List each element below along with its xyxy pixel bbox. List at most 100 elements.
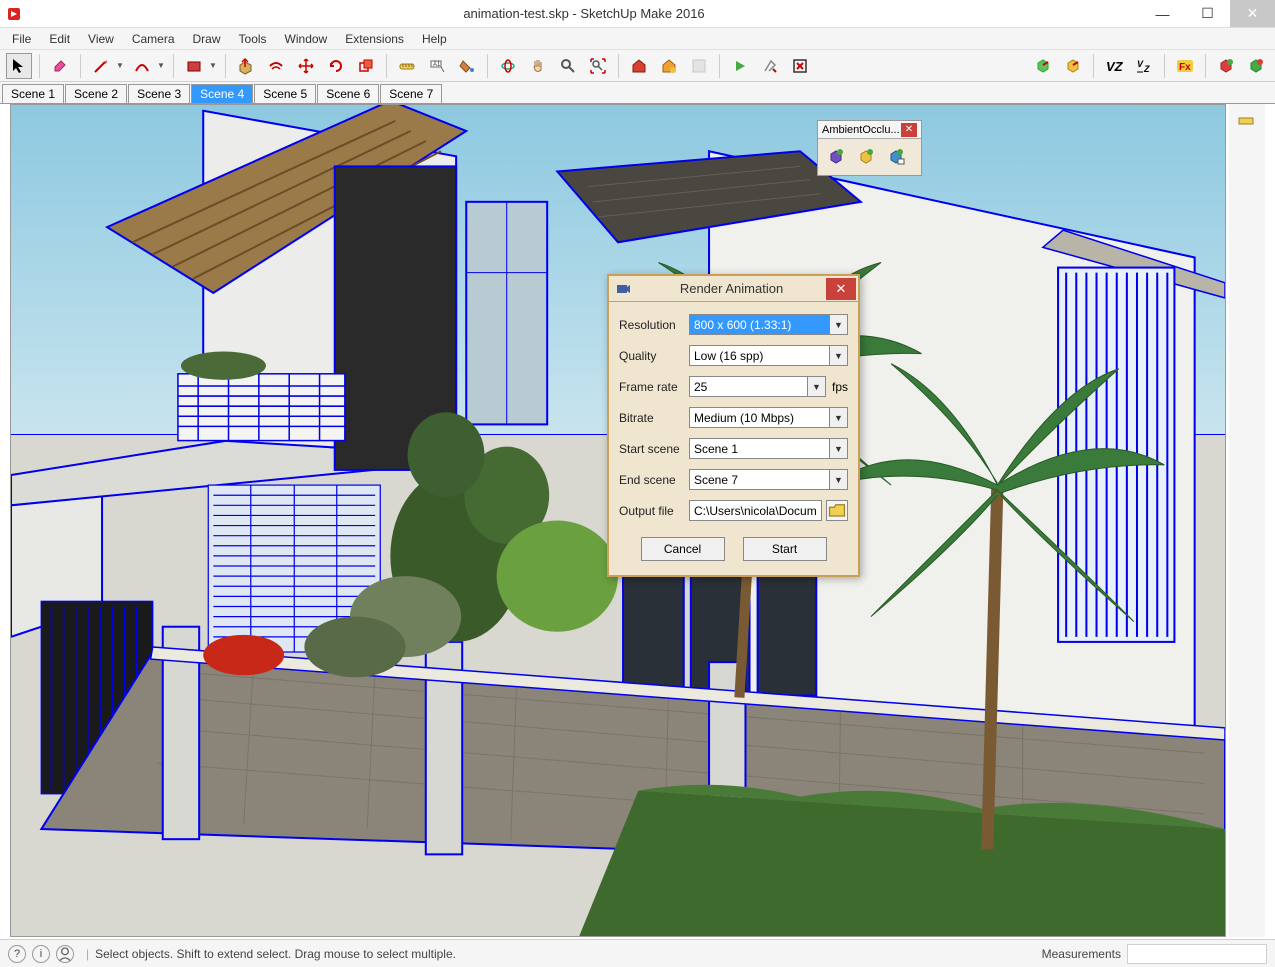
dialog-titlebar[interactable]: Render Animation ✕ [609,276,858,302]
measurements-panel-icon[interactable] [1232,107,1260,135]
start-scene-label: Start scene [619,442,689,456]
scene-tab-7[interactable]: Scene 7 [380,84,442,103]
arc-tool[interactable] [129,53,155,79]
tape-measure-tool[interactable] [394,53,420,79]
scene-tab-1[interactable]: Scene 1 [2,84,64,103]
ambient-occlusion-panel[interactable]: AmbientOcclu... ✕ [817,120,922,176]
rectangle-tool-dropdown[interactable]: ▼ [208,61,218,70]
menu-extensions[interactable]: Extensions [337,30,412,48]
dropdown-arrow-icon[interactable]: ▼ [829,346,847,365]
extension-warehouse-tool[interactable] [656,53,682,79]
move-tool[interactable] [293,53,319,79]
quality-label: Quality [619,349,689,363]
offset-tool[interactable] [263,53,289,79]
rectangle-tool[interactable] [181,53,207,79]
minimize-button[interactable]: — [1140,0,1185,27]
resolution-select[interactable]: 800 x 600 (1.33:1)▼ [689,314,848,335]
pan-tool[interactable] [525,53,551,79]
bitrate-label: Bitrate [619,411,689,425]
scale-tool[interactable] [353,53,379,79]
push-pull-tool[interactable] [233,53,259,79]
start-scene-select[interactable]: Scene 1▼ [689,438,848,459]
panel-titlebar[interactable]: AmbientOcclu... ✕ [818,121,921,139]
cancel-button[interactable]: Cancel [641,537,725,561]
output-file-label: Output file [619,504,689,518]
zoom-tool[interactable] [555,53,581,79]
menu-file[interactable]: File [4,30,39,48]
scene-tab-2[interactable]: Scene 2 [65,84,127,103]
separator [225,54,226,78]
window-controls: — ☐ ✕ [1140,0,1275,27]
panel-body [818,139,921,175]
menu-camera[interactable]: Camera [124,30,183,48]
ao-tool-3[interactable] [882,143,910,171]
text-tool[interactable]: A1 [424,53,450,79]
bitrate-select[interactable]: Medium (10 Mbps)▼ [689,407,848,428]
play-animation-tool[interactable] [727,53,753,79]
measurements-input[interactable] [1127,944,1267,964]
menu-draw[interactable]: Draw [185,30,229,48]
window-title: animation-test.skp - SketchUp Make 2016 [28,6,1140,21]
scene-tab-5[interactable]: Scene 5 [254,84,316,103]
scene-tab-4[interactable]: Scene 4 [191,84,253,103]
dropdown-arrow-icon[interactable]: ▼ [829,470,847,489]
close-button[interactable]: ✕ [1230,0,1275,27]
help-icon[interactable]: ? [8,945,26,963]
dropdown-arrow-icon[interactable]: ▼ [829,315,847,334]
browse-button[interactable] [826,500,848,521]
quality-select[interactable]: Low (16 spp)▼ [689,345,848,366]
plugin-tool-2[interactable] [1060,53,1086,79]
separator [39,54,40,78]
select-tool[interactable] [6,53,32,79]
right-toolbar [1229,104,1265,937]
eraser-tool[interactable] [47,53,73,79]
ao-tool-1[interactable] [822,143,850,171]
separator [80,54,81,78]
plugin-tool-4[interactable] [1243,53,1269,79]
frame-rate-select[interactable]: 25▼ [689,376,826,397]
pause-animation-tool[interactable] [757,53,783,79]
warehouse-tool[interactable] [626,53,652,79]
zoom-extents-tool[interactable] [585,53,611,79]
menu-help[interactable]: Help [414,30,455,48]
menu-tools[interactable]: Tools [231,30,275,48]
separator [618,54,619,78]
line-tool-dropdown[interactable]: ▼ [115,61,125,70]
panel-close-button[interactable]: ✕ [901,123,917,137]
stop-animation-tool[interactable] [787,53,813,79]
line-tool[interactable] [88,53,114,79]
plugin-tool-1[interactable] [1030,53,1056,79]
measurements-label: Measurements [1042,947,1121,961]
scene-tab-6[interactable]: Scene 6 [317,84,379,103]
maximize-button[interactable]: ☐ [1185,0,1230,27]
dialog-title: Render Animation [637,281,826,296]
separator [487,54,488,78]
arc-tool-dropdown[interactable]: ▼ [156,61,166,70]
user-icon[interactable] [56,945,74,963]
start-button[interactable]: Start [743,537,827,561]
separator [1164,54,1165,78]
dialog-close-button[interactable]: ✕ [826,278,856,300]
info-icon[interactable]: i [32,945,50,963]
ao-tool-2[interactable] [852,143,880,171]
plugin-tool-3[interactable] [1213,53,1239,79]
paint-bucket-tool[interactable] [454,53,480,79]
end-scene-select[interactable]: Scene 7▼ [689,469,848,490]
menu-window[interactable]: Window [277,30,336,48]
vz-bold-tool[interactable]: VZ [1101,53,1127,79]
dropdown-arrow-icon[interactable]: ▼ [807,377,825,396]
scene-tab-3[interactable]: Scene 3 [128,84,190,103]
dropdown-arrow-icon[interactable]: ▼ [829,408,847,427]
vz-small-tool[interactable]: VZ [1131,53,1157,79]
svg-text:A1: A1 [433,62,441,68]
menu-view[interactable]: View [80,30,122,48]
dropdown-arrow-icon[interactable]: ▼ [829,439,847,458]
fx-tool[interactable]: Fx [1172,53,1198,79]
rotate-tool[interactable] [323,53,349,79]
layout-tool[interactable] [686,53,712,79]
output-file-input[interactable]: C:\Users\nicola\Docum [689,500,822,521]
fps-suffix: fps [832,380,848,394]
main-toolbar: ▼ ▼ ▼ A1 VZ VZ Fx [0,50,1275,82]
orbit-tool[interactable] [495,53,521,79]
menu-edit[interactable]: Edit [41,30,78,48]
